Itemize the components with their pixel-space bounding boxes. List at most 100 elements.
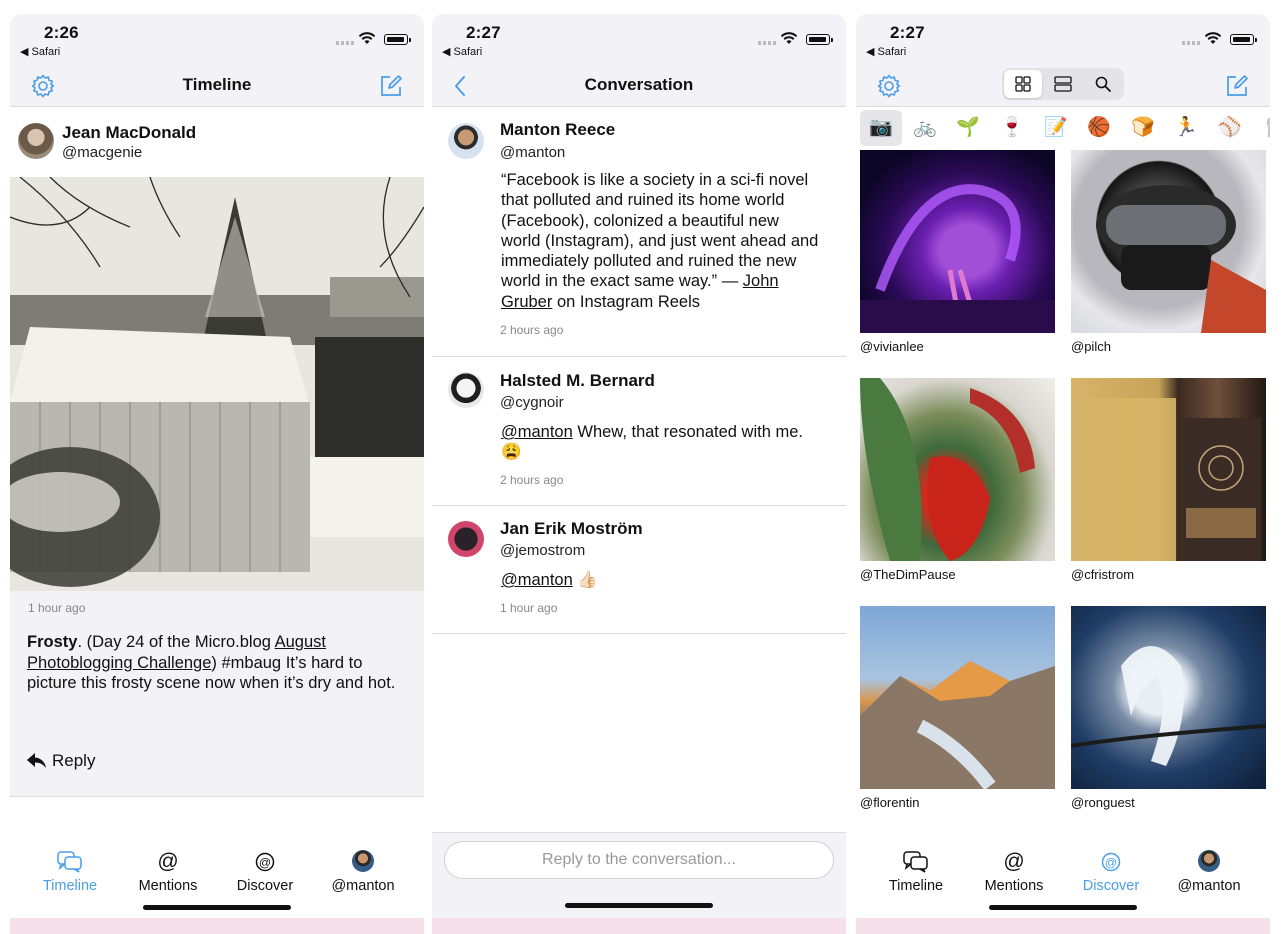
signal-icon	[336, 41, 354, 45]
battery-icon	[1230, 34, 1257, 45]
reply-composer: Reply to the conversation...	[432, 832, 846, 918]
status-time: 2:26	[44, 23, 79, 42]
tab-label: Discover	[236, 878, 294, 894]
post-header[interactable]: Jean MacDonald @macgenie	[10, 107, 424, 177]
avatar[interactable]	[448, 372, 484, 408]
tab-profile[interactable]: @manton	[313, 850, 413, 894]
tab-profile[interactable]: @manton	[1159, 850, 1259, 894]
post-photo[interactable]	[10, 177, 424, 591]
author-name[interactable]: Jean MacDonald	[62, 123, 196, 143]
wifi-icon	[780, 32, 798, 44]
avatar	[352, 850, 374, 872]
avatar[interactable]	[448, 521, 484, 557]
compose-icon[interactable]	[378, 73, 404, 99]
compose-icon[interactable]	[1224, 73, 1250, 99]
topic-writing-button[interactable]: 📝	[1035, 110, 1077, 146]
topic-photos-button[interactable]: 📷	[860, 110, 902, 146]
nav-bar: Timeline	[10, 66, 424, 107]
status-time: 2:27	[466, 23, 501, 42]
tab-label: @manton	[1177, 878, 1241, 894]
photo-user-link[interactable]: @TheDimPause	[860, 567, 956, 582]
photo-tile[interactable]	[1071, 378, 1266, 561]
post-text-part-1: . (Day 24 of the Micro.blog	[77, 633, 275, 651]
home-indicator[interactable]	[989, 905, 1137, 910]
chat-bubbles-icon	[903, 851, 928, 873]
post-text: Frosty. (Day 24 of the Micro.blog August…	[27, 632, 407, 694]
list-icon	[1054, 76, 1072, 92]
gear-icon[interactable]	[876, 73, 902, 99]
message-body: 👍🏻	[572, 571, 598, 589]
post-text-bold: Frosty	[27, 633, 78, 651]
topic-wine-button[interactable]: 🍷	[991, 110, 1033, 146]
topic-emoji-bar: 📷 🚲 🌱 🍷 📝 🏀 🍞 🏃 ⚾ 🍴	[856, 108, 1270, 150]
author-name[interactable]: Halsted M. Bernard	[500, 371, 655, 391]
tab-label: Timeline	[888, 878, 944, 894]
tab-discover[interactable]: @ Discover	[215, 850, 315, 894]
photo-tile[interactable]	[860, 606, 1055, 789]
topic-bread-button[interactable]: 🍞	[1122, 110, 1164, 146]
view-mode-segmented-control	[1002, 68, 1124, 100]
author-handle[interactable]: @macgenie	[62, 144, 142, 161]
author-name[interactable]: Jan Erik Moström	[500, 519, 643, 539]
wifi-icon	[358, 32, 376, 44]
reply-button[interactable]: Reply	[27, 751, 95, 771]
back-to-safari-link[interactable]: ◀ Safari	[20, 45, 60, 58]
author-handle[interactable]: @manton	[500, 144, 565, 161]
avatar[interactable]	[18, 123, 54, 159]
photo-user-link[interactable]: @cfristrom	[1071, 567, 1134, 582]
timeline-screen: 2:26 ◀ Safari Timeline Jean MacDonald @m…	[10, 14, 424, 934]
mention-link[interactable]: @manton	[501, 571, 573, 589]
tab-mentions[interactable]: @ Mentions	[118, 850, 218, 894]
tab-timeline[interactable]: Timeline	[20, 850, 120, 894]
tab-mentions[interactable]: @ Mentions	[964, 850, 1064, 894]
back-to-safari-link[interactable]: ◀ Safari	[866, 45, 906, 58]
photo-user-link[interactable]: @ronguest	[1071, 795, 1135, 810]
background-strip	[856, 918, 1270, 934]
message-suffix: on Instagram Reels	[552, 292, 701, 311]
photo-tile[interactable]	[860, 150, 1055, 333]
back-to-safari-link[interactable]: ◀ Safari	[442, 45, 482, 58]
topic-food-button[interactable]: 🍴	[1252, 110, 1270, 146]
at-icon: @	[1003, 850, 1025, 873]
tab-timeline[interactable]: Timeline	[866, 850, 966, 894]
photo-user-link[interactable]: @pilch	[1071, 339, 1111, 354]
mention-link[interactable]: @manton	[501, 423, 573, 441]
topic-baseball-button[interactable]: ⚾	[1209, 110, 1251, 146]
topic-bike-button[interactable]: 🚲	[904, 110, 946, 146]
topic-running-button[interactable]: 🏃	[1165, 110, 1207, 146]
author-handle[interactable]: @cygnoir	[500, 394, 564, 411]
message-timestamp[interactable]: 2 hours ago	[500, 473, 563, 487]
photo-tile[interactable]	[860, 378, 1055, 561]
author-handle[interactable]: @jemostrom	[500, 542, 585, 559]
list-view-button[interactable]	[1044, 70, 1082, 98]
status-time: 2:27	[890, 23, 925, 42]
reply-input[interactable]: Reply to the conversation...	[444, 841, 834, 879]
home-indicator[interactable]	[565, 903, 713, 908]
photo-user-link[interactable]: @vivianlee	[860, 339, 924, 354]
nav-bar	[856, 66, 1270, 107]
background-strip	[432, 918, 846, 934]
message-timestamp[interactable]: 2 hours ago	[500, 323, 563, 337]
grid-view-button[interactable]	[1004, 70, 1042, 98]
list-item[interactable]: Halsted M. Bernard @cygnoir @manton Whew…	[432, 357, 846, 506]
topic-basketball-button[interactable]: 🏀	[1078, 110, 1120, 146]
tab-discover[interactable]: @ Discover	[1061, 850, 1161, 894]
home-indicator[interactable]	[143, 905, 291, 910]
grid-icon	[1015, 76, 1031, 92]
search-button[interactable]	[1084, 70, 1122, 98]
photo-user-link[interactable]: @florentin	[860, 795, 919, 810]
chat-bubbles-icon	[57, 851, 82, 873]
nav-bar: Conversation	[432, 66, 846, 107]
list-item[interactable]: Manton Reece @manton “Facebook is like a…	[432, 107, 846, 357]
list-item[interactable]: Jan Erik Moström @jemostrom @manton 👍🏻 1…	[432, 506, 846, 634]
divider	[10, 796, 424, 797]
topic-plants-button[interactable]: 🌱	[947, 110, 989, 146]
photo-tile[interactable]	[1071, 150, 1266, 333]
author-name[interactable]: Manton Reece	[500, 120, 615, 140]
avatar[interactable]	[448, 123, 484, 159]
tab-label: Mentions	[984, 878, 1044, 894]
post-body: 1 hour ago Frosty. (Day 24 of the Micro.…	[10, 591, 424, 796]
post-timestamp[interactable]: 1 hour ago	[28, 601, 85, 615]
message-timestamp[interactable]: 1 hour ago	[500, 601, 557, 615]
photo-tile[interactable]	[1071, 606, 1266, 789]
